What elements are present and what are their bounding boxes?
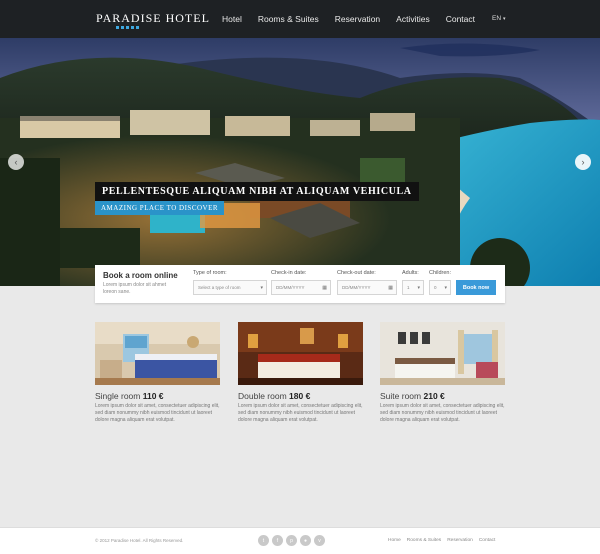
hero-slider: ‹ › PELLENTESQUE ALIQUAM NIBH AT ALIQUAM… <box>0 38 600 286</box>
language-label: EN <box>492 15 502 22</box>
room-name: Single room <box>95 391 141 401</box>
room-card-suite: Suite room 210 € Lorem ipsum dolor sit a… <box>380 322 505 423</box>
slide-caption-subtitle: AMAZING PLACE TO DISCOVER <box>95 201 225 215</box>
checkout-date-input[interactable]: DD/MM/YYYY ▦ <box>337 280 397 295</box>
slider-next-button[interactable]: › <box>575 154 591 170</box>
book-now-button[interactable]: Book now <box>456 280 496 295</box>
calendar-icon: ▦ <box>388 285 393 291</box>
footer-nav-contact[interactable]: Contact <box>479 538 496 543</box>
room-price: 110 € <box>142 391 164 401</box>
logo[interactable]: PARADISE HOTEL <box>96 11 210 26</box>
footer-nav-rooms-suites[interactable]: Rooms & Suites <box>407 538 441 543</box>
room-title-single: Single room 110 € <box>95 391 220 401</box>
site-header: PARADISE HOTEL Hotel Rooms & Suites Rese… <box>0 0 600 38</box>
facebook-icon[interactable]: f <box>272 535 283 546</box>
chevron-down-icon: ▾ <box>444 285 447 291</box>
room-type-label: Type of room: <box>193 270 227 276</box>
pinterest-icon[interactable]: p <box>286 535 297 546</box>
social-links: t f p ● v <box>258 535 325 546</box>
chevron-down-icon: ▾ <box>503 16 506 22</box>
children-value: 0 <box>434 285 437 290</box>
booking-description: Lorem ipsum dolor sit ahmet loreon sane. <box>103 282 167 295</box>
room-type-select[interactable]: Select a type of room ▾ <box>193 280 267 295</box>
main-nav: Hotel Rooms & Suites Reservation Activit… <box>222 14 491 24</box>
footer-nav-home[interactable]: Home <box>388 538 401 543</box>
adults-label: Adults: <box>402 270 419 276</box>
nav-contact[interactable]: Contact <box>446 14 475 24</box>
room-name: Double room <box>238 391 287 401</box>
footer-nav: Home Rooms & Suites Reservation Contact <box>388 538 501 543</box>
calendar-icon: ▦ <box>322 285 327 291</box>
checkin-placeholder: DD/MM/YYYY <box>276 285 305 290</box>
chevron-right-icon: › <box>581 157 585 167</box>
logo-stars <box>116 26 139 29</box>
room-card-single: Single room 110 € Lorem ipsum dolor sit … <box>95 322 220 423</box>
slider-prev-button[interactable]: ‹ <box>8 154 24 170</box>
nav-reservation[interactable]: Reservation <box>335 14 380 24</box>
room-description: Lorem ipsum dolor sit amet, consectetuer… <box>380 403 505 423</box>
adults-value: 1 <box>407 285 410 290</box>
chevron-down-icon: ▾ <box>417 285 420 291</box>
nav-rooms-suites[interactable]: Rooms & Suites <box>258 14 319 24</box>
language-selector[interactable]: EN ▾ <box>492 15 506 22</box>
nav-hotel[interactable]: Hotel <box>222 14 242 24</box>
checkout-label: Check-out date: <box>337 270 376 276</box>
suite-room-photo[interactable] <box>380 322 505 385</box>
children-select[interactable]: 0 ▾ <box>429 280 451 295</box>
resort-photo <box>0 38 600 286</box>
adults-select[interactable]: 1 ▾ <box>402 280 424 295</box>
room-title-suite: Suite room 210 € <box>380 391 505 401</box>
single-room-photo[interactable] <box>95 322 220 385</box>
room-price: 210 € <box>423 391 445 401</box>
checkin-date-input[interactable]: DD/MM/YYYY ▦ <box>271 280 331 295</box>
room-title-double: Double room 180 € <box>238 391 363 401</box>
room-type-value: Select a type of room <box>198 285 241 290</box>
room-price: 180 € <box>289 391 311 401</box>
double-room-photo[interactable] <box>238 322 363 385</box>
site-footer: © 2012 Paradise Hotel. All Rights Reserv… <box>0 527 600 554</box>
twitter-icon[interactable]: t <box>258 535 269 546</box>
booking-form: Book a room online Lorem ipsum dolor sit… <box>95 265 505 303</box>
vimeo-icon[interactable]: v <box>314 535 325 546</box>
nav-activities[interactable]: Activities <box>396 14 430 24</box>
flickr-icon[interactable]: ● <box>300 535 311 546</box>
checkout-placeholder: DD/MM/YYYY <box>342 285 371 290</box>
footer-nav-reservation[interactable]: Reservation <box>447 538 473 543</box>
children-label: Children: <box>429 270 452 276</box>
room-name: Suite room <box>380 391 422 401</box>
room-card-double: Double room 180 € Lorem ipsum dolor sit … <box>238 322 363 423</box>
chevron-down-icon: ▾ <box>260 285 263 291</box>
booking-title: Book a room online <box>103 271 178 280</box>
copyright: © 2012 Paradise Hotel. All Rights Reserv… <box>95 538 184 543</box>
slide-caption-title: PELLENTESQUE ALIQUAM NIBH AT ALIQUAM VEH… <box>95 182 419 201</box>
checkin-label: Check-in date: <box>271 270 307 276</box>
chevron-left-icon: ‹ <box>14 157 18 167</box>
room-description: Lorem ipsum dolor sit amet, consectetuer… <box>238 403 363 423</box>
room-description: Lorem ipsum dolor sit amet, consectetuer… <box>95 403 220 423</box>
